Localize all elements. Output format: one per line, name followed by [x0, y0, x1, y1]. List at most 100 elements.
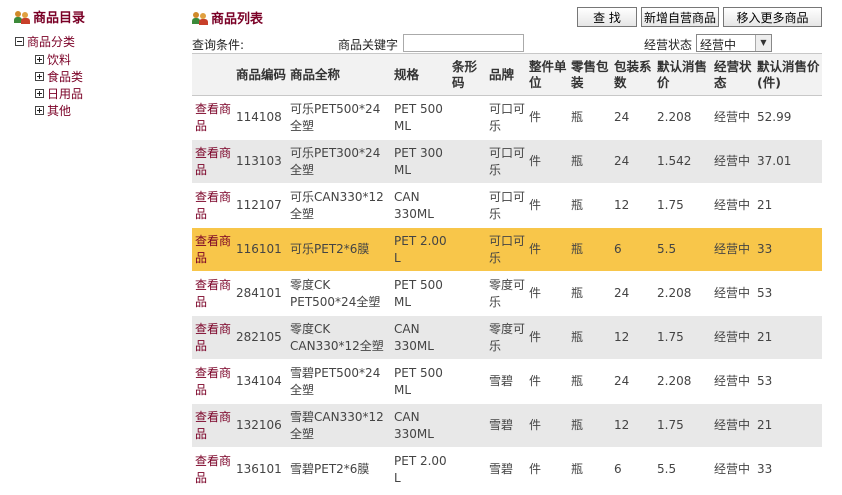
plus-box-icon[interactable] — [35, 55, 44, 64]
col-header: 包装系数 — [612, 53, 655, 96]
product-code: 114108 — [234, 95, 288, 140]
view-product-link[interactable]: 查看商品 — [195, 102, 231, 133]
tree-item-drinks[interactable]: 饮料 — [35, 51, 71, 68]
table-row[interactable]: 查看商品 134104 雪碧PET500*24全塑 PET 500 ML 雪碧件瓶 24 2… — [192, 359, 822, 404]
main-panel: 商品列表 查 找 新增自营商品 移入更多商品 查询条件: 商品关键字 经营状态 … — [188, 0, 842, 495]
import-products-button[interactable]: 移入更多商品 — [723, 7, 822, 27]
product-case-price: 21 — [755, 315, 822, 360]
product-case-price: 52.99 — [755, 95, 822, 140]
plus-box-icon[interactable] — [35, 72, 44, 81]
product-status: 经营中 — [712, 183, 755, 228]
tree-root-item[interactable]: 商品分类 — [15, 33, 75, 50]
chevron-down-icon[interactable]: ▼ — [755, 35, 771, 51]
product-case-price: 37.01 — [755, 139, 822, 184]
view-product-link[interactable]: 查看商品 — [195, 322, 231, 353]
table-row[interactable]: 查看商品 282105 零度CK CAN330*12全塑 CAN 330ML 零度可乐件… — [192, 315, 822, 360]
product-unit: 件 — [527, 315, 569, 360]
view-cell: 查看商品 — [192, 315, 234, 360]
col-header: 商品全称 — [288, 53, 392, 96]
product-name: 雪碧PET2*6膜 — [288, 447, 392, 492]
product-case-price: 53 — [755, 359, 822, 404]
product-factor: 24 — [612, 139, 655, 184]
table-row[interactable]: 查看商品 116101 可乐PET2*6膜 PET 2.00 L 可口可乐件瓶 6 5.5 经… — [192, 227, 822, 272]
tree-item-daily[interactable]: 日用品 — [35, 85, 83, 102]
users-icon — [192, 11, 208, 25]
product-spec: PET 500 ML — [392, 95, 450, 140]
table-row[interactable]: 查看商品 112107 可乐CAN330*12全塑 CAN 330ML 可口可乐件瓶 12… — [192, 183, 822, 228]
users-icon — [14, 10, 30, 24]
tree-item-other[interactable]: 其他 — [35, 102, 71, 119]
product-price: 2.208 — [655, 359, 712, 404]
table-row[interactable]: 查看商品 113103 可乐PET300*24全塑 PET 300 ML 可口可乐件瓶 2… — [192, 139, 822, 184]
view-product-link[interactable]: 查看商品 — [195, 146, 231, 177]
product-name: 可乐PET300*24全塑 — [288, 139, 392, 184]
product-status: 经营中 — [712, 227, 755, 272]
product-unit: 件 — [527, 271, 569, 316]
page-title: 商品列表 — [211, 12, 264, 27]
product-factor: 12 — [612, 315, 655, 360]
product-price: 5.5 — [655, 227, 712, 272]
product-brand: 雪碧 — [487, 403, 527, 448]
product-barcode — [450, 359, 487, 404]
plus-box-icon[interactable] — [35, 89, 44, 98]
col-header: 商品编码 — [234, 53, 288, 96]
product-brand: 可口可乐 — [487, 183, 527, 228]
keyword-input[interactable] — [403, 34, 524, 52]
product-unit: 件 — [527, 139, 569, 184]
product-price: 5.5 — [655, 447, 712, 492]
product-spec: PET 2.00 L — [392, 227, 450, 272]
table-row[interactable]: 查看商品 284101 零度CK PET500*24全塑 PET 500 ML 零度可乐… — [192, 271, 822, 316]
product-barcode — [450, 227, 487, 272]
view-product-link[interactable]: 查看商品 — [195, 366, 231, 397]
product-spec: CAN 330ML — [392, 315, 450, 360]
minus-box-icon[interactable] — [15, 37, 24, 46]
product-status: 经营中 — [712, 271, 755, 316]
view-product-link[interactable]: 查看商品 — [195, 410, 231, 441]
view-product-link[interactable]: 查看商品 — [195, 234, 231, 265]
col-header: 条形码 — [450, 53, 487, 96]
product-name: 可乐PET2*6膜 — [288, 227, 392, 272]
tree-item-label[interactable]: 日用品 — [47, 85, 83, 102]
table-row[interactable]: 查看商品 132106 雪碧CAN330*12全塑 CAN 330ML 雪碧件瓶 12 1.… — [192, 403, 822, 448]
product-pack: 瓶 — [569, 183, 612, 228]
product-price: 2.208 — [655, 95, 712, 140]
product-price: 1.75 — [655, 183, 712, 228]
product-name: 零度CK CAN330*12全塑 — [288, 315, 392, 360]
product-factor: 6 — [612, 227, 655, 272]
product-brand: 零度可乐 — [487, 315, 527, 360]
tree-item-label[interactable]: 食品类 — [47, 68, 83, 85]
product-barcode — [450, 183, 487, 228]
tree-item-food[interactable]: 食品类 — [35, 68, 83, 85]
product-factor: 6 — [612, 447, 655, 492]
col-header: 默认消售价(件) — [755, 53, 822, 96]
status-select-value: 经营中 — [700, 38, 737, 52]
col-header: 规格 — [392, 53, 450, 96]
tree-root-label[interactable]: 商品分类 — [27, 33, 75, 50]
col-header — [192, 53, 234, 96]
product-status: 经营中 — [712, 315, 755, 360]
status-select[interactable]: 经营中 ▼ — [696, 34, 772, 52]
product-factor: 24 — [612, 359, 655, 404]
product-table: 商品编码 商品全称 规格 条形码 品牌 整件单位 零售包装 包装系数 默认消售价… — [192, 53, 822, 492]
product-spec: PET 500 ML — [392, 271, 450, 316]
search-button[interactable]: 查 找 — [577, 7, 637, 27]
view-product-link[interactable]: 查看商品 — [195, 190, 231, 221]
table-header-row: 商品编码 商品全称 规格 条形码 品牌 整件单位 零售包装 包装系数 默认消售价… — [192, 53, 822, 96]
product-factor: 24 — [612, 95, 655, 140]
plus-box-icon[interactable] — [35, 106, 44, 115]
add-product-button[interactable]: 新增自营商品 — [641, 7, 719, 27]
table-row[interactable]: 查看商品 136101 雪碧PET2*6膜 PET 2.00 L 雪碧件瓶 6 5.5 经营中… — [192, 447, 822, 492]
table-row[interactable]: 查看商品 114108 可乐PET500*24全塑 PET 500 ML 可口可乐件瓶 2… — [192, 95, 822, 140]
view-product-link[interactable]: 查看商品 — [195, 278, 231, 309]
product-code: 132106 — [234, 403, 288, 448]
tree-item-label[interactable]: 饮料 — [47, 51, 71, 68]
product-unit: 件 — [527, 227, 569, 272]
product-factor: 12 — [612, 403, 655, 448]
tree-item-label[interactable]: 其他 — [47, 102, 71, 119]
product-code: 112107 — [234, 183, 288, 228]
product-pack: 瓶 — [569, 359, 612, 404]
product-case-price: 33 — [755, 447, 822, 492]
product-name: 雪碧CAN330*12全塑 — [288, 403, 392, 448]
view-product-link[interactable]: 查看商品 — [195, 454, 231, 485]
product-pack: 瓶 — [569, 139, 612, 184]
